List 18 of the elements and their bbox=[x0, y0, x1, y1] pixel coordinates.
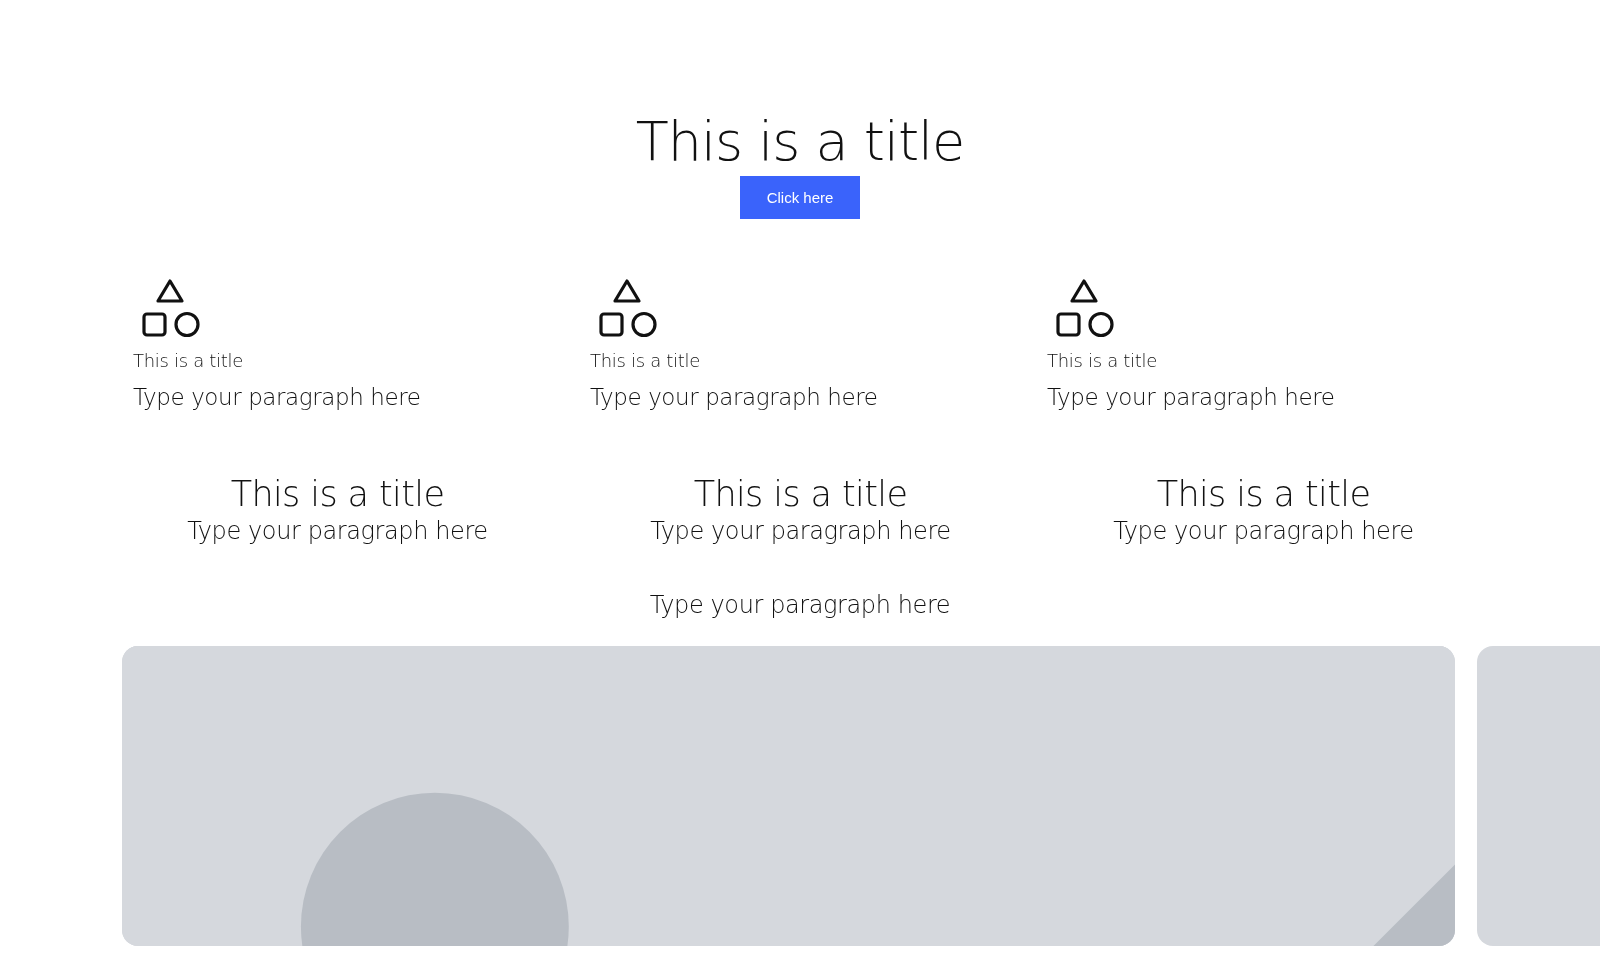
feature-title: This is a title bbox=[133, 349, 244, 373]
highlight-title: This is a title bbox=[1156, 473, 1371, 515]
feature-paragraph: Type your paragraph here bbox=[590, 383, 878, 412]
highlight-title: This is a title bbox=[693, 473, 908, 515]
shapes-icon bbox=[596, 277, 658, 339]
highlight-title: This is a title bbox=[230, 473, 445, 515]
feature-title: This is a title bbox=[590, 349, 701, 373]
shapes-icon bbox=[1053, 277, 1115, 339]
highlight-paragraph: Type your paragraph here bbox=[650, 516, 951, 547]
feature-title: This is a title bbox=[1047, 349, 1158, 373]
highlight-paragraph: Type your paragraph here bbox=[1113, 516, 1414, 547]
click-button[interactable]: Click here bbox=[740, 176, 860, 219]
feature-paragraph: Type your paragraph here bbox=[1047, 383, 1335, 412]
feature-paragraph: Type your paragraph here bbox=[133, 383, 421, 412]
shapes-icon bbox=[139, 277, 201, 339]
highlight-paragraph: Type your paragraph here bbox=[187, 516, 488, 547]
paragraph: Type your paragraph here bbox=[648, 590, 952, 621]
page-title: This is a title bbox=[635, 109, 965, 175]
